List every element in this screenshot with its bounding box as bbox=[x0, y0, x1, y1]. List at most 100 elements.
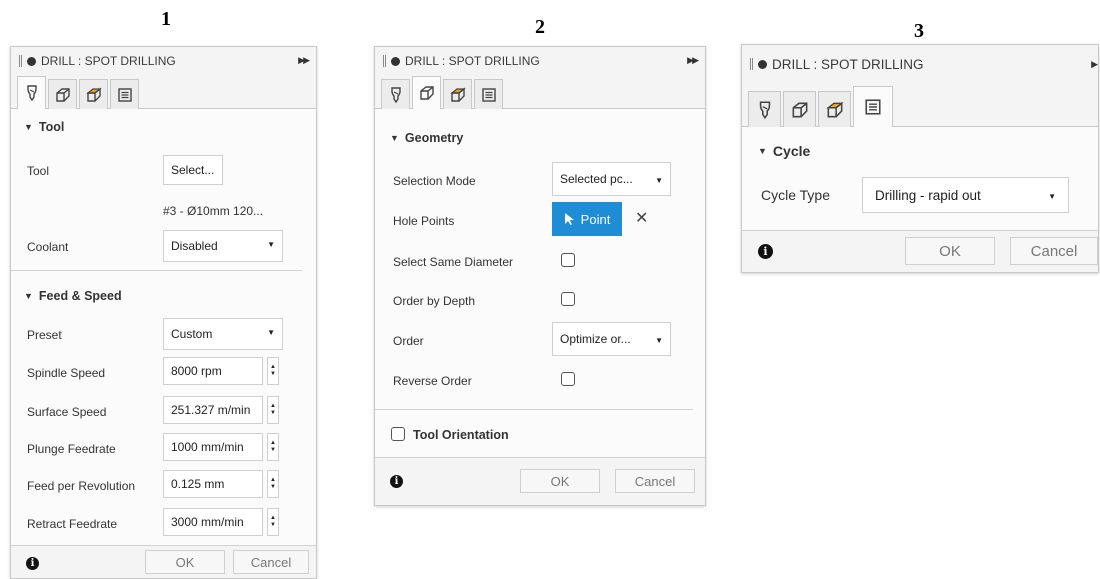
panel-cycle: DRILL : SPOT DRILLING ▶ ▼ Cycle Cycle Typ… bbox=[741, 44, 1099, 273]
cancel-button[interactable]: Cancel bbox=[233, 550, 309, 574]
drag-grip-icon[interactable] bbox=[19, 55, 22, 67]
expand-panel-icon[interactable]: ▶ bbox=[1091, 59, 1098, 70]
tab-geometry[interactable] bbox=[48, 79, 77, 109]
panel-titlebar[interactable]: DRILL : SPOT DRILLING ▶▶ bbox=[11, 47, 316, 75]
spindle-speed-input[interactable]: 8000 rpm bbox=[163, 357, 263, 385]
tab-geometry[interactable] bbox=[412, 76, 441, 109]
tab-heights[interactable] bbox=[443, 79, 472, 109]
section-title: Geometry bbox=[404, 131, 464, 145]
cycle-type-dropdown[interactable]: Drilling - rapid out ▼ bbox=[862, 177, 1069, 213]
section-header-geometry[interactable]: ▼ Geometry bbox=[390, 131, 463, 145]
tab-tool[interactable] bbox=[17, 76, 46, 109]
tab-bar bbox=[11, 75, 316, 109]
section-divider bbox=[375, 409, 693, 410]
tool-select-button[interactable]: Select... bbox=[163, 155, 223, 185]
tab-cycle[interactable] bbox=[110, 79, 139, 109]
chevron-down-icon: ▼ bbox=[1048, 192, 1056, 201]
info-icon[interactable]: i bbox=[758, 244, 773, 259]
cancel-button[interactable]: Cancel bbox=[615, 469, 695, 493]
collapse-triangle-icon[interactable]: ▼ bbox=[24, 122, 33, 132]
collapse-triangle-icon[interactable]: ▼ bbox=[24, 291, 33, 301]
retract-feedrate-input[interactable]: 3000 mm/min bbox=[163, 508, 263, 536]
info-icon[interactable]: i bbox=[26, 557, 39, 570]
ok-button[interactable]: OK bbox=[905, 237, 995, 265]
coolant-label: Coolant bbox=[27, 240, 69, 254]
section-divider bbox=[11, 270, 302, 271]
plunge-feedrate-stepper[interactable]: ▲ ▼ bbox=[267, 433, 279, 461]
cycle-list-icon bbox=[481, 87, 496, 102]
drag-grip-icon[interactable] bbox=[383, 55, 386, 67]
selection-mode-dropdown[interactable]: Selected pc... ▼ bbox=[552, 162, 671, 196]
plunge-feedrate-label: Plunge Feedrate bbox=[27, 442, 116, 456]
section-header-tool[interactable]: ▼ Tool bbox=[24, 120, 64, 134]
cancel-button[interactable]: Cancel bbox=[1010, 237, 1098, 265]
figure-label-3: 3 bbox=[914, 20, 924, 42]
hole-points-select-button[interactable]: Point bbox=[552, 202, 622, 236]
tab-geometry[interactable] bbox=[783, 91, 816, 127]
ok-button[interactable]: OK bbox=[520, 469, 600, 493]
order-by-depth-checkbox[interactable] bbox=[561, 292, 575, 306]
tab-tool[interactable] bbox=[748, 91, 781, 127]
ok-button[interactable]: OK bbox=[145, 550, 225, 574]
retract-feedrate-value: 3000 mm/min bbox=[171, 515, 244, 529]
geometry-cube-icon bbox=[792, 102, 807, 117]
expand-panel-icon[interactable]: ▶▶ bbox=[298, 55, 310, 66]
panel-titlebar[interactable]: DRILL : SPOT DRILLING ▶ bbox=[742, 45, 1098, 83]
panel-body: ▼ Tool Tool Select... #3 - Ø10mm 120... C… bbox=[11, 109, 316, 545]
tab-bar bbox=[375, 75, 705, 109]
coolant-value: Disabled bbox=[171, 239, 218, 253]
selection-mode-value: Selected pc... bbox=[560, 172, 633, 186]
tab-heights[interactable] bbox=[818, 91, 851, 127]
heights-box-icon bbox=[449, 87, 466, 102]
info-icon[interactable]: i bbox=[390, 475, 403, 488]
chevron-down-icon: ▼ bbox=[655, 176, 663, 185]
preset-dropdown[interactable]: Custom ▼ bbox=[163, 318, 283, 350]
order-dropdown[interactable]: Optimize or... ▼ bbox=[552, 322, 671, 356]
feed-per-revolution-stepper[interactable]: ▲ ▼ bbox=[267, 470, 279, 498]
feed-per-revolution-input[interactable]: 0.125 mm bbox=[163, 470, 263, 498]
drag-grip-icon[interactable] bbox=[750, 58, 753, 70]
section-header-cycle[interactable]: ▼ Cycle bbox=[758, 143, 810, 159]
geometry-cube-icon bbox=[55, 87, 70, 102]
drill-bit-icon bbox=[390, 86, 401, 103]
tab-cycle[interactable] bbox=[853, 86, 893, 127]
cycle-list-icon bbox=[865, 99, 881, 115]
tab-tool[interactable] bbox=[381, 79, 410, 109]
panel-title: DRILL : SPOT DRILLING bbox=[772, 56, 924, 72]
expand-panel-icon[interactable]: ▶▶ bbox=[687, 55, 699, 66]
tab-cycle[interactable] bbox=[474, 79, 503, 109]
tool-orientation-checkbox[interactable] bbox=[391, 427, 405, 441]
collapse-triangle-icon[interactable]: ▼ bbox=[390, 133, 399, 143]
select-same-diameter-label: Select Same Diameter bbox=[393, 255, 514, 269]
plunge-feedrate-input[interactable]: 1000 mm/min bbox=[163, 433, 263, 461]
panel-footer: i OK Cancel bbox=[742, 230, 1098, 272]
section-header-feed-speed[interactable]: ▼ Feed & Speed bbox=[24, 289, 122, 303]
selection-mode-label: Selection Mode bbox=[393, 174, 476, 188]
retract-feedrate-stepper[interactable]: ▲ ▼ bbox=[267, 508, 279, 536]
section-title: Tool bbox=[38, 120, 65, 134]
section-title: Cycle bbox=[772, 143, 811, 159]
cursor-arrow-icon bbox=[564, 213, 574, 225]
tool-label: Tool bbox=[27, 164, 50, 178]
cycle-list-icon bbox=[117, 87, 132, 102]
order-label: Order bbox=[393, 334, 424, 348]
select-same-diameter-checkbox[interactable] bbox=[561, 253, 575, 267]
spindle-speed-stepper[interactable]: ▲ ▼ bbox=[267, 357, 279, 385]
reverse-order-checkbox[interactable] bbox=[561, 372, 575, 386]
collapse-triangle-icon[interactable]: ▼ bbox=[758, 146, 767, 156]
hole-points-label: Hole Points bbox=[393, 214, 455, 228]
feed-per-revolution-label: Feed per Revolution bbox=[27, 479, 136, 493]
order-by-depth-label: Order by Depth bbox=[393, 294, 476, 308]
surface-speed-stepper[interactable]: ▲ ▼ bbox=[267, 396, 279, 424]
spindle-speed-value: 8000 rpm bbox=[171, 364, 222, 378]
coolant-dropdown[interactable]: Disabled ▼ bbox=[163, 230, 283, 262]
feed-per-revolution-value: 0.125 mm bbox=[171, 477, 225, 491]
retract-feedrate-label: Retract Feedrate bbox=[27, 517, 118, 531]
panel-titlebar[interactable]: DRILL : SPOT DRILLING ▶▶ bbox=[375, 47, 705, 75]
surface-speed-input[interactable]: 251.327 m/min bbox=[163, 396, 263, 424]
tab-heights[interactable] bbox=[79, 79, 108, 109]
panel-body: ▼ Geometry Selection Mode Selected pc... ▼… bbox=[375, 109, 705, 457]
panel-body: ▼ Cycle Cycle Type Drilling - rapid out ▼ bbox=[742, 127, 1098, 230]
surface-speed-label: Surface Speed bbox=[27, 405, 107, 419]
close-icon[interactable]: ✕ bbox=[635, 208, 648, 228]
